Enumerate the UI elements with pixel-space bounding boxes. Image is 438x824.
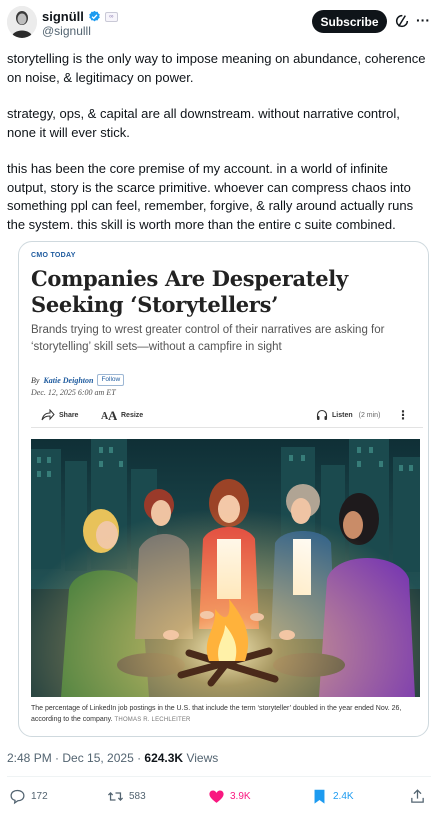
tweet-paragraph: strategy, ops, & capital are all downstr… (7, 106, 400, 140)
tweet-paragraph: storytelling is the only way to impose m… (7, 51, 426, 85)
name-row: signüll ∞ (42, 9, 118, 24)
bookmark-button[interactable]: 2.4K (311, 788, 354, 805)
caption-text: The percentage of LinkedIn job postings … (31, 705, 402, 723)
article-divider (31, 427, 423, 428)
article-resize: A A Resize (101, 407, 143, 423)
like-count: 3.9K (230, 791, 251, 802)
avatar[interactable] (7, 6, 37, 38)
like-button[interactable]: 3.9K (208, 788, 251, 805)
reply-button[interactable]: 172 (9, 788, 48, 805)
share-button[interactable] (409, 788, 426, 805)
article-kicker: CMO TODAY (31, 252, 76, 259)
subscribe-button[interactable]: Subscribe (312, 10, 387, 33)
article-byline: By Katie Deighton Follow (31, 374, 125, 386)
article-listen: Listen (2 min) (316, 407, 380, 423)
bookmark-icon (314, 789, 325, 804)
listen-label: Listen (332, 411, 353, 419)
listen-duration: (2 min) (358, 411, 381, 419)
verified-badge-icon (89, 10, 100, 22)
share-label: Share (59, 411, 79, 419)
article-caption: The percentage of LinkedIn job postings … (31, 703, 423, 726)
avatar-portrait (7, 6, 37, 38)
article-more-icon: ⋮ (397, 408, 409, 422)
headphones-icon (316, 409, 328, 420)
repost-count: 583 (129, 791, 146, 802)
views-label: Views (183, 751, 219, 765)
article-dek: Brands trying to wrest greater control o… (31, 324, 385, 353)
article-share: Share (41, 407, 78, 423)
article-image-card[interactable]: CMO TODAY Companies Are Desperately Seek… (18, 241, 429, 737)
engagement-bar: 172 583 3.9K 2.4K (0, 784, 438, 808)
byline-prefix: By (31, 375, 40, 385)
repost-button[interactable]: 583 (107, 788, 146, 805)
article-date: Dec. 12, 2025 6:00 am ET (31, 388, 116, 397)
reply-count: 172 (31, 791, 48, 802)
text-resize-icon: A A (101, 409, 117, 421)
more-options-icon[interactable]: ··· (416, 12, 430, 28)
follow-author-button: Follow (97, 374, 125, 386)
tweet-paragraph: this has been the core premise of my acc… (7, 161, 414, 232)
photo-credit: THOMAS R. LECHLEITER (114, 717, 191, 723)
svg-text:A: A (108, 409, 117, 421)
tweet-timestamp[interactable]: 2:48 PM · Dec 15, 2025 · (7, 751, 144, 765)
meta-divider (7, 776, 431, 777)
repost-icon (107, 792, 124, 801)
tweet-header: signüll ∞ @signulll Subscribe ··· (0, 0, 438, 44)
grok-icon[interactable] (394, 13, 410, 29)
campfire-illustration (31, 439, 420, 697)
resize-label: Resize (121, 411, 144, 419)
bookmark-count: 2.4K (333, 791, 354, 802)
share-icon (411, 789, 424, 803)
heart-icon (209, 790, 224, 803)
display-name[interactable]: signüll (42, 9, 84, 24)
article-author: Katie Deighton (43, 375, 94, 385)
view-count: 624.3K (144, 751, 184, 765)
article-toolbar: Share A A Resize Listen (2 min) ⋮ (31, 407, 423, 423)
handle[interactable]: @signulll (42, 24, 91, 38)
share-arrow-icon (41, 409, 55, 421)
tweet-meta: 2:48 PM · Dec 15, 2025 · 624.3K Views (7, 751, 218, 765)
tweet-body: storytelling is the only way to impose m… (7, 50, 431, 252)
affiliate-badge-icon: ∞ (104, 11, 118, 22)
article-headline: Companies Are Desperately Seeking ‘Story… (31, 266, 348, 317)
reply-icon (10, 789, 25, 805)
